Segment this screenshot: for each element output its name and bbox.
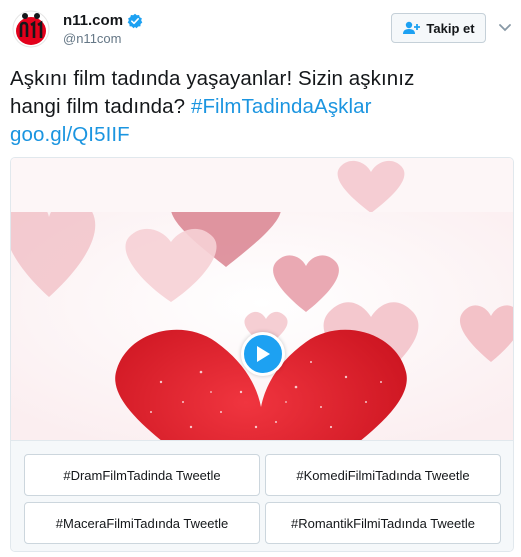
tweet-header: n11.com @n11com Takip et [0, 0, 521, 62]
n11-logo-icon [12, 10, 50, 48]
play-button[interactable] [241, 332, 285, 376]
avatar[interactable] [12, 10, 50, 48]
media-card: #DramFilmTadinda Tweetle #KomediFilmiTad… [10, 157, 514, 552]
follow-button-label: Takip et [426, 20, 475, 36]
komedi-tweetle-button[interactable]: #KomediFilmiTadında Tweetle [265, 454, 501, 496]
tweet-url-link[interactable]: goo.gl/QI5IIF [10, 121, 510, 149]
hashtag-link[interactable]: #FilmTadindaAşklar [191, 95, 372, 118]
tweet-text-line1: Aşkını film tadında yaşayanlar! Sizin aş… [10, 67, 415, 90]
tweet-text-line2: hangi film tadında? #FilmTadindaAşklar [10, 93, 510, 121]
display-name[interactable]: n11.com [63, 12, 123, 29]
play-icon [257, 346, 270, 362]
chevron-down-icon[interactable] [497, 19, 513, 35]
hearts-illustration [11, 212, 513, 440]
tweet-text: Aşkını film tadında yaşayanlar! Sizin aş… [10, 65, 510, 149]
verified-badge-icon [127, 13, 143, 28]
tweet-buttons-area: #DramFilmTadinda Tweetle #KomediFilmiTad… [11, 440, 513, 551]
dram-tweetle-button[interactable]: #DramFilmTadinda Tweetle [24, 454, 260, 496]
macera-tweetle-button[interactable]: #MaceraFilmiTadında Tweetle [24, 502, 260, 544]
follow-button[interactable]: Takip et [391, 13, 486, 43]
video-thumbnail[interactable] [11, 212, 513, 440]
tweet-text-plain: hangi film tadında? [10, 95, 191, 118]
author-name-row: n11.com [63, 12, 143, 29]
romantik-tweetle-button[interactable]: #RomantikFilmiTadında Tweetle [265, 502, 501, 544]
hearts-decoration-top [337, 160, 405, 212]
add-user-icon [403, 21, 421, 34]
card-top-strip [11, 158, 513, 212]
author-handle[interactable]: @n11com [63, 31, 121, 46]
